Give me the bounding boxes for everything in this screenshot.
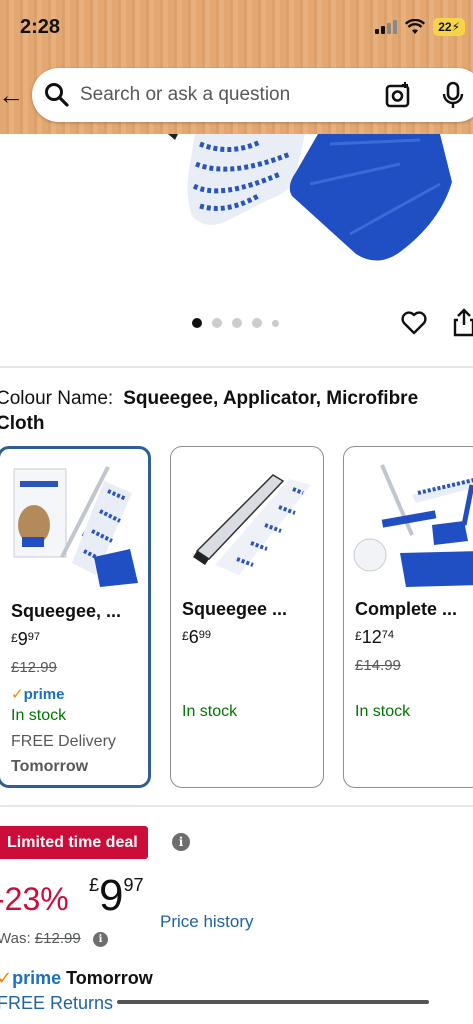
microphone-icon[interactable] — [442, 81, 464, 109]
signal-icon — [375, 20, 398, 34]
variant-title: Squeegee, ... — [11, 601, 122, 621]
variant-image — [193, 474, 311, 575]
variant-stock: In stock — [355, 703, 411, 720]
variant-was-price: £12.99 — [11, 659, 57, 676]
carousel-dot — [232, 318, 242, 328]
app-header: 2:28 22⚡ ← Search or ask a question — [0, 0, 473, 134]
variant-card-selected[interactable]: Squeegee, ... £997 £12.99 ✓prime In stoc… — [0, 446, 151, 788]
section-divider — [0, 805, 473, 807]
prime-check-icon: ✓ — [11, 686, 24, 703]
variant-price: £997 — [11, 629, 40, 649]
variant-delivery: FREE Delivery — [11, 733, 116, 750]
carousel-dot — [272, 319, 279, 327]
carousel-dot — [252, 318, 262, 328]
info-icon[interactable]: i — [93, 932, 108, 947]
home-indicator[interactable] — [117, 1000, 429, 1004]
prime-delivery-line: ✓prime Tomorrow — [0, 968, 153, 989]
wifi-icon — [405, 19, 426, 34]
variant-stock: In stock — [182, 703, 238, 720]
carousel-dots — [192, 318, 279, 328]
variant-price: £1274 — [355, 627, 394, 647]
prime-check-icon: ✓ — [0, 968, 13, 988]
discount-percent: -23% — [0, 881, 69, 917]
charging-icon: ⚡ — [451, 20, 460, 34]
status-icons: 22⚡ — [375, 18, 465, 36]
status-time: 2:28 — [20, 16, 61, 38]
share-icon[interactable] — [452, 307, 473, 337]
product-image[interactable] — [0, 134, 473, 294]
carousel-dot — [192, 318, 202, 328]
camera-lens-icon[interactable] — [384, 81, 412, 109]
variant-image — [13, 466, 138, 587]
price-history-link[interactable]: Price history — [160, 912, 254, 932]
variant-was-price: £14.99 — [355, 657, 401, 674]
variant-card[interactable]: Complete ... £1274 £14.99 In stock — [343, 446, 473, 788]
limited-deal-badge: Limited time deal — [0, 826, 148, 859]
info-icon[interactable]: i — [172, 833, 190, 851]
was-price-line: Was: £12.99 — [0, 930, 81, 947]
variant-title: Complete ... — [355, 599, 458, 619]
deal-price: £997 — [89, 871, 144, 920]
search-icon — [45, 83, 69, 107]
back-arrow-icon[interactable]: ← — [0, 80, 24, 111]
variant-stock: In stock — [11, 707, 67, 724]
section-divider — [0, 366, 473, 368]
colour-name-line: Colour Name: Squeegee, Applicator, Microf… — [0, 386, 466, 436]
heart-icon[interactable] — [400, 310, 428, 336]
variant-title: Squeegee ... — [182, 599, 288, 619]
colour-label: Colour Name: — [0, 388, 114, 409]
variant-image — [353, 464, 473, 587]
search-bar[interactable]: Search or ask a question — [32, 68, 473, 122]
prime-badge: ✓prime — [11, 686, 65, 703]
search-input[interactable]: Search or ask a question — [80, 84, 290, 106]
free-returns-link[interactable]: FREE Returns — [0, 993, 113, 1014]
carousel-dot — [212, 318, 222, 328]
battery-indicator: 22⚡ — [433, 18, 465, 36]
variant-delivery-day: Tomorrow — [11, 758, 89, 775]
variant-card[interactable]: Squeegee ... £699 In stock — [170, 446, 324, 788]
variant-price: £699 — [182, 627, 211, 647]
